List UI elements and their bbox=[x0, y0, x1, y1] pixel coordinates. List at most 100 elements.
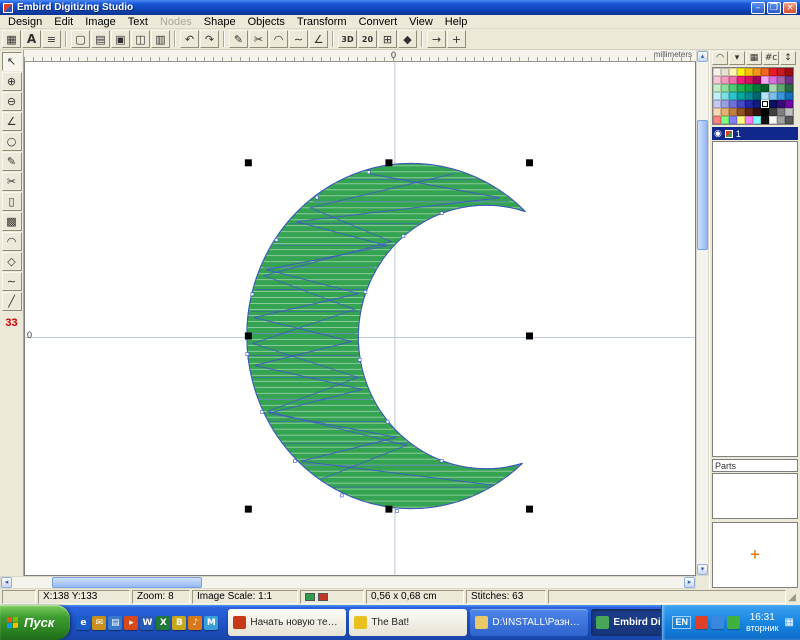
save-design-button[interactable]: ▣ bbox=[111, 30, 130, 48]
menu-view[interactable]: View bbox=[403, 15, 439, 29]
palette-color[interactable] bbox=[777, 68, 785, 76]
palette-color[interactable] bbox=[753, 68, 761, 76]
horizontal-scrollbar[interactable]: ◂ ▸ bbox=[0, 576, 696, 589]
horizontal-scroll-thumb[interactable] bbox=[52, 577, 202, 588]
view-3d-button[interactable]: 3D bbox=[338, 30, 357, 48]
palette-color[interactable] bbox=[761, 68, 769, 76]
palette-color[interactable] bbox=[737, 92, 745, 100]
palette-color[interactable] bbox=[713, 108, 721, 116]
merge-design-button[interactable]: ◫ bbox=[131, 30, 150, 48]
palette-color[interactable] bbox=[721, 76, 729, 84]
palette-color[interactable] bbox=[713, 84, 721, 92]
scroll-left-button[interactable]: ◂ bbox=[1, 577, 12, 588]
layer-row[interactable]: ◉ 1 bbox=[712, 127, 798, 140]
palette-color[interactable] bbox=[713, 68, 721, 76]
media-player-icon[interactable]: ▸ bbox=[124, 616, 138, 630]
tray-icon[interactable] bbox=[695, 616, 708, 629]
node-tool[interactable]: ◇ bbox=[2, 252, 22, 271]
pointer-mode-button[interactable]: → bbox=[427, 30, 446, 48]
fill-tool[interactable]: ▩ bbox=[2, 212, 22, 231]
select-tool[interactable]: ↖ bbox=[2, 52, 22, 71]
palette-color[interactable] bbox=[713, 116, 721, 124]
palette-color[interactable] bbox=[713, 100, 721, 108]
minimize-button[interactable]: – bbox=[751, 2, 765, 14]
show-desktop-icon[interactable]: ▤ bbox=[108, 616, 122, 630]
print-button[interactable]: ▥ bbox=[151, 30, 170, 48]
stitch-list-button[interactable]: ≡ bbox=[42, 30, 61, 48]
palette-color[interactable] bbox=[729, 116, 737, 124]
open-design-button[interactable]: ▤ bbox=[91, 30, 110, 48]
palette-color[interactable] bbox=[761, 108, 769, 116]
crescent-design[interactable] bbox=[25, 62, 695, 575]
palette-color[interactable] bbox=[753, 76, 761, 84]
palette-color[interactable] bbox=[769, 108, 777, 116]
palette-color[interactable] bbox=[777, 76, 785, 84]
close-button[interactable]: × bbox=[783, 2, 797, 14]
palette-color[interactable] bbox=[769, 76, 777, 84]
undo-button[interactable]: ↶ bbox=[180, 30, 199, 48]
palette-color[interactable] bbox=[745, 92, 753, 100]
palette-color[interactable] bbox=[745, 68, 753, 76]
palette-color[interactable] bbox=[729, 68, 737, 76]
menu-edit[interactable]: Edit bbox=[48, 15, 79, 29]
grid-20-button[interactable]: 20 bbox=[358, 30, 377, 48]
zoom-out-tool[interactable]: ⊖ bbox=[2, 92, 22, 111]
scroll-down-button[interactable]: ▾ bbox=[697, 564, 708, 575]
menu-image[interactable]: Image bbox=[79, 15, 122, 29]
palette-color[interactable] bbox=[753, 92, 761, 100]
layer-visibility-icon[interactable]: ◉ bbox=[714, 129, 722, 139]
vertical-scrollbar[interactable]: ▴ ▾ bbox=[696, 50, 709, 576]
palette-color[interactable] bbox=[777, 108, 785, 116]
word-icon[interactable]: W bbox=[140, 616, 154, 630]
palette-color[interactable] bbox=[777, 116, 785, 124]
palette-color[interactable] bbox=[737, 84, 745, 92]
task-forum-button[interactable]: Начать новую тему :: В... bbox=[228, 609, 346, 636]
ie-icon[interactable]: e bbox=[76, 616, 90, 630]
measure-tool[interactable]: ∠ bbox=[2, 112, 22, 131]
edit-nodes-button[interactable]: ✎ bbox=[229, 30, 248, 48]
palette-color[interactable] bbox=[745, 108, 753, 116]
mode-dropdown[interactable]: ▾ bbox=[729, 51, 745, 65]
connector-tool[interactable]: ╱ bbox=[2, 292, 22, 311]
ellipse-tool[interactable]: ○ bbox=[2, 132, 22, 151]
tray-icon[interactable] bbox=[727, 616, 740, 629]
crescent-shape[interactable] bbox=[247, 163, 526, 508]
palette-color[interactable] bbox=[785, 68, 793, 76]
text-tool-button[interactable]: A bbox=[22, 30, 41, 48]
maximize-button[interactable]: ❐ bbox=[767, 2, 781, 14]
palette-color[interactable] bbox=[713, 92, 721, 100]
palette-color[interactable] bbox=[753, 100, 761, 108]
palette-color[interactable] bbox=[785, 92, 793, 100]
palette-color[interactable] bbox=[729, 92, 737, 100]
vertical-scroll-thumb[interactable] bbox=[697, 120, 708, 250]
task-explorer-button[interactable]: D:\INSTALL\Разное\Embird bbox=[470, 609, 588, 636]
mesh-button[interactable]: ⊞ bbox=[378, 30, 397, 48]
palette-color[interactable] bbox=[761, 84, 769, 92]
palette-color[interactable] bbox=[729, 100, 737, 108]
keyboard-tray-icon[interactable]: ▦ bbox=[785, 617, 794, 628]
palette-color[interactable] bbox=[737, 100, 745, 108]
palette-color[interactable] bbox=[785, 116, 793, 124]
menu-help[interactable]: Help bbox=[439, 15, 474, 29]
menu-convert[interactable]: Convert bbox=[353, 15, 404, 29]
palette-color[interactable] bbox=[785, 76, 793, 84]
palette-color[interactable] bbox=[761, 92, 769, 100]
parts-list[interactable] bbox=[712, 473, 798, 519]
palette-color[interactable] bbox=[777, 92, 785, 100]
messenger-icon[interactable]: M bbox=[204, 616, 218, 630]
task-embird-button[interactable]: Embird Digitizing Stud... bbox=[591, 609, 661, 636]
resize-grip[interactable]: ◢ bbox=[788, 592, 798, 603]
winamp-icon[interactable]: ♪ bbox=[188, 616, 202, 630]
palette-color[interactable] bbox=[721, 84, 729, 92]
palette-color[interactable] bbox=[729, 84, 737, 92]
palette-color[interactable] bbox=[729, 108, 737, 116]
spin-button[interactable]: ↕ bbox=[780, 51, 796, 65]
palette-color[interactable] bbox=[769, 84, 777, 92]
zoom-in-tool[interactable]: ⊕ bbox=[2, 72, 22, 91]
curve-mode-button[interactable]: ◠ bbox=[712, 51, 728, 65]
design-canvas[interactable]: 0 bbox=[24, 62, 696, 576]
freehand-tool[interactable]: ✎ bbox=[2, 152, 22, 171]
column-tool[interactable]: ▯ bbox=[2, 192, 22, 211]
palette-color[interactable] bbox=[721, 100, 729, 108]
redo-button[interactable]: ↷ bbox=[200, 30, 219, 48]
